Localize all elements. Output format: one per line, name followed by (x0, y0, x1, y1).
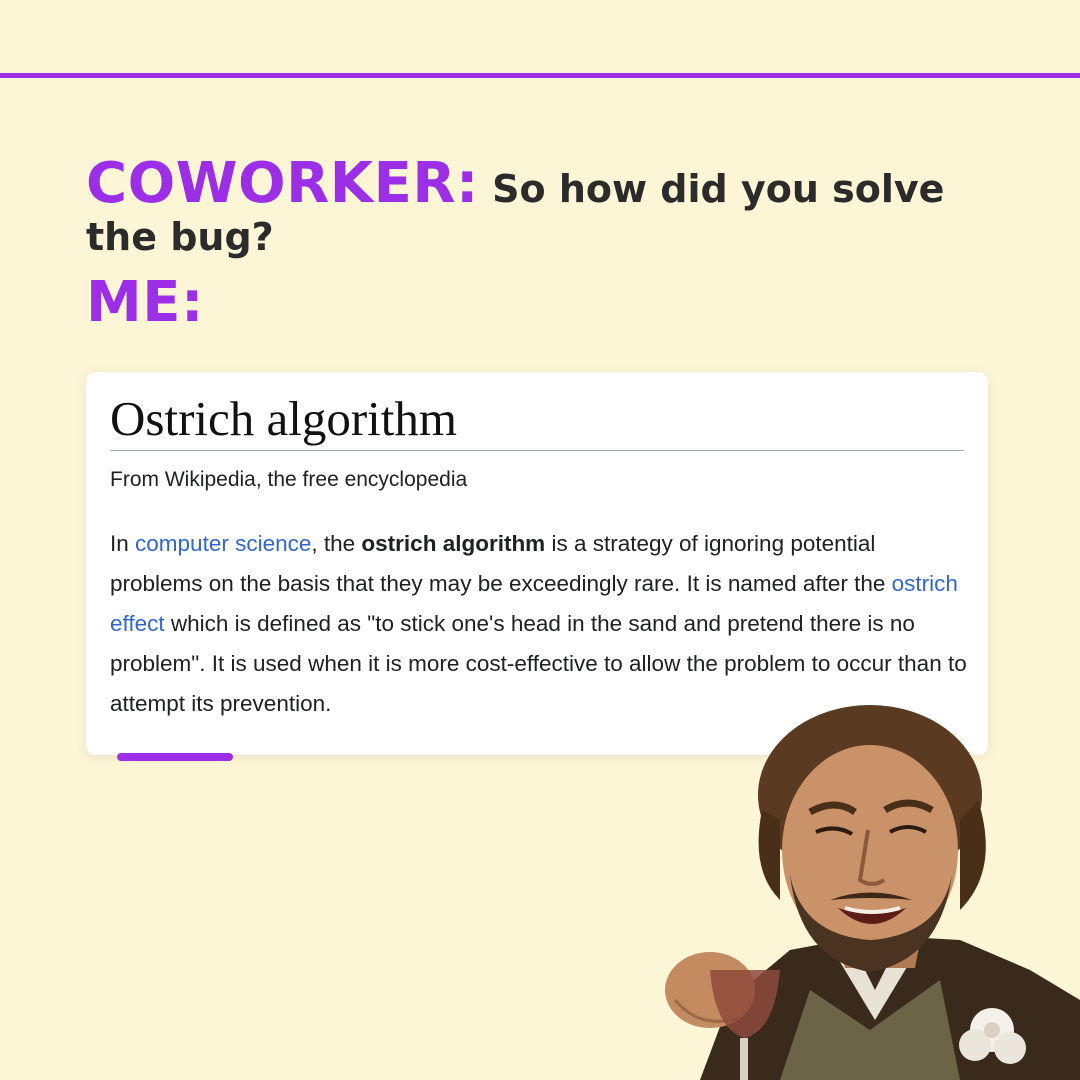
me-line: ME: (86, 275, 1006, 332)
coworker-label: COWORKER: (86, 151, 479, 216)
article-body: In computer science, the ostrich algorit… (110, 524, 970, 724)
body-text-segment: , the (311, 531, 362, 556)
wikipedia-article-card: Ostrich algorithm From Wikipedia, the fr… (86, 372, 988, 755)
body-text-segment: In (110, 531, 136, 556)
ostrich-algorithm-term: ostrich algorithm (361, 531, 546, 556)
meme-dialogue: COWORKER: So how did you solve the bug? … (86, 156, 1006, 332)
article-tagline: From Wikipedia, the free encyclopedia (110, 468, 468, 491)
card-accent-bar (117, 753, 233, 761)
article-title: Ostrich algorithm (110, 390, 964, 451)
me-label: ME: (86, 270, 204, 335)
coworker-line: COWORKER: So how did you solve the bug? (86, 156, 1006, 261)
laughing-man-with-drink-photo-icon (665, 705, 1080, 1080)
top-divider-line (0, 73, 1080, 78)
computer-science-link[interactable]: computer science (135, 531, 311, 556)
